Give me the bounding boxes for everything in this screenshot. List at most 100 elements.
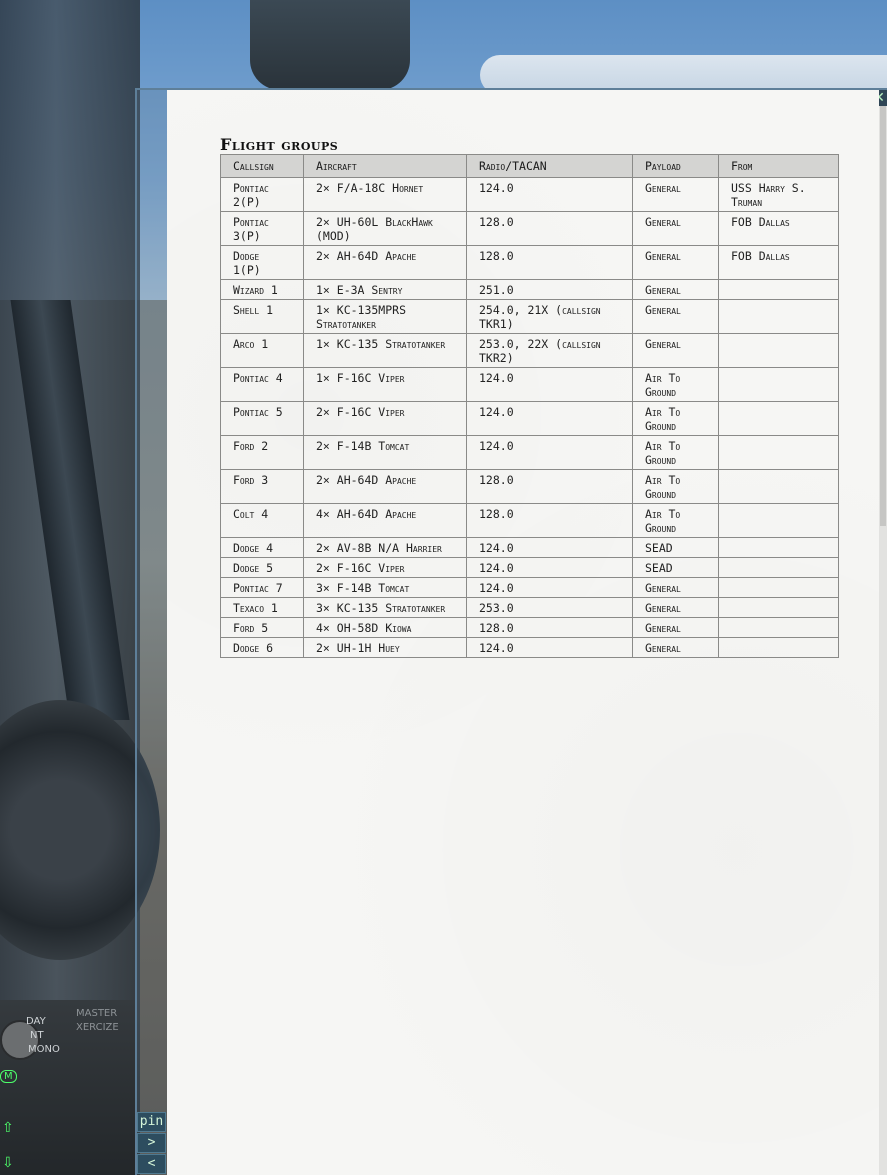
- cell-callsign: Pontiac 5: [220, 401, 304, 436]
- table-row: Ford 5 4× OH-58D Kiowa 128.0 General: [220, 617, 839, 638]
- cell-aircraft: 1× E-3A Sentry: [303, 279, 467, 300]
- cell-radio: 128.0: [466, 211, 633, 246]
- table-row: Dodge 1(P) 2× AH-64D Apache 128.0 General FO…: [220, 245, 839, 280]
- cell-from: [718, 299, 839, 334]
- cell-from: [718, 597, 839, 618]
- arrow-up-icon: ⇧: [2, 1120, 14, 1136]
- table-row: Pontiac 3(P) 2× UH-60L BlackHawk (MOD) 128…: [220, 211, 839, 246]
- cell-callsign: Shell 1: [220, 299, 304, 334]
- cell-from: [718, 637, 839, 658]
- cell-radio: 124.0: [466, 435, 633, 470]
- cell-aircraft: 2× UH-60L BlackHawk (MOD): [303, 211, 467, 246]
- table-body: Pontiac 2(P) 2× F/A-18C Hornet 124.0 Genera…: [220, 177, 839, 658]
- cell-payload: General: [632, 637, 719, 658]
- cell-payload: SEAD: [632, 557, 719, 578]
- cell-callsign: Ford 5: [220, 617, 304, 638]
- cell-from: [718, 333, 839, 368]
- cell-payload: SEAD: [632, 537, 719, 558]
- cell-aircraft: 2× F/A-18C Hornet: [303, 177, 467, 212]
- next-page-button[interactable]: >: [137, 1133, 166, 1153]
- cell-aircraft: 3× KC-135 Stratotanker: [303, 597, 467, 618]
- panel-label-exercise: XERCIZE: [76, 1022, 119, 1033]
- table-row: Pontiac 5 2× F-16C Viper 124.0 Air To Groun…: [220, 401, 839, 436]
- cell-radio: 124.0: [466, 577, 633, 598]
- cell-radio: 124.0: [466, 557, 633, 578]
- scrollbar[interactable]: [879, 106, 887, 1175]
- cell-aircraft: 3× F-14B Tomcat: [303, 577, 467, 598]
- header-payload: Payload: [632, 154, 719, 178]
- cell-radio: 124.0: [466, 401, 633, 436]
- table-row: Shell 1 1× KC-135MPRS Stratotanker 254.0, …: [220, 299, 839, 334]
- scroll-thumb[interactable]: [880, 106, 886, 526]
- table-row: Texaco 1 3× KC-135 Stratotanker 253.0 Gener…: [220, 597, 839, 618]
- cell-from: [718, 279, 839, 300]
- prev-page-button[interactable]: <: [137, 1154, 166, 1174]
- cell-from: [718, 367, 839, 402]
- canopy-hinge: [250, 0, 410, 90]
- cell-radio: 253.0: [466, 597, 633, 618]
- cell-from: [718, 503, 839, 538]
- cell-callsign: Wizard 1: [220, 279, 304, 300]
- table-header-row: Callsign Aircraft Radio/TACAN Payload Fr…: [220, 154, 839, 178]
- cell-from: [718, 577, 839, 598]
- cell-payload: General: [632, 597, 719, 618]
- cell-radio: 128.0: [466, 617, 633, 638]
- cell-payload: Air To Ground: [632, 435, 719, 470]
- cell-from: [718, 401, 839, 436]
- cell-payload: General: [632, 577, 719, 598]
- cell-radio: 128.0: [466, 469, 633, 504]
- cell-radio: 124.0: [466, 367, 633, 402]
- panel-label-day: DAY: [26, 1016, 46, 1027]
- cell-payload: General: [632, 299, 719, 334]
- cell-radio: 124.0: [466, 177, 633, 212]
- cell-from: [718, 617, 839, 638]
- cell-radio: 124.0: [466, 637, 633, 658]
- section-title: Flight groups: [220, 135, 339, 154]
- cell-aircraft: 2× UH-1H Huey: [303, 637, 467, 658]
- cell-callsign: Pontiac 4: [220, 367, 304, 402]
- cell-payload: General: [632, 245, 719, 280]
- cell-aircraft: 2× F-16C Viper: [303, 557, 467, 578]
- cell-aircraft: 2× AV-8B N/A Harrier: [303, 537, 467, 558]
- table-row: Ford 3 2× AH-64D Apache 128.0 Air To Ground: [220, 469, 839, 504]
- cell-radio: 128.0: [466, 245, 633, 280]
- cell-radio: 251.0: [466, 279, 633, 300]
- header-aircraft: Aircraft: [303, 154, 467, 178]
- cell-callsign: Arco 1: [220, 333, 304, 368]
- table-row: Wizard 1 1× E-3A Sentry 251.0 General: [220, 279, 839, 300]
- cell-radio: 128.0: [466, 503, 633, 538]
- arrow-down-icon: ⇩: [2, 1155, 14, 1171]
- table-row: Dodge 5 2× F-16C Viper 124.0 SEAD: [220, 557, 839, 578]
- table-row: Ford 2 2× F-14B Tomcat 124.0 Air To Ground: [220, 435, 839, 470]
- cell-payload: Air To Ground: [632, 367, 719, 402]
- cell-payload: Air To Ground: [632, 503, 719, 538]
- cell-payload: General: [632, 617, 719, 638]
- table-row: Pontiac 7 3× F-14B Tomcat 124.0 General: [220, 577, 839, 598]
- cell-aircraft: 2× AH-64D Apache: [303, 469, 467, 504]
- cell-callsign: Dodge 4: [220, 537, 304, 558]
- cell-radio: 124.0: [466, 537, 633, 558]
- kneeboard-controls: pin > <: [137, 1112, 167, 1175]
- table-row: Dodge 4 2× AV-8B N/A Harrier 124.0 SEAD: [220, 537, 839, 558]
- pin-button[interactable]: pin: [137, 1112, 166, 1132]
- mode-indicator: M: [0, 1070, 17, 1083]
- cell-callsign: Dodge 5: [220, 557, 304, 578]
- cell-payload: General: [632, 177, 719, 212]
- cell-callsign: Pontiac 7: [220, 577, 304, 598]
- cell-callsign: Ford 3: [220, 469, 304, 504]
- cell-callsign: Pontiac 2(P): [220, 177, 304, 212]
- panel-label-mono: MONO: [28, 1044, 60, 1055]
- cell-radio: 253.0, 22X (callsign TKR2): [466, 333, 633, 368]
- cell-radio: 254.0, 21X (callsign TKR1): [466, 299, 633, 334]
- cell-callsign: Dodge 1(P): [220, 245, 304, 280]
- table-row: Dodge 6 2× UH-1H Huey 124.0 General: [220, 637, 839, 658]
- flight-groups-table: Callsign Aircraft Radio/TACAN Payload Fr…: [220, 154, 839, 658]
- header-radio: Radio/TACAN: [466, 154, 633, 178]
- cell-from: USS Harry S. Truman: [718, 177, 839, 212]
- cell-callsign: Dodge 6: [220, 637, 304, 658]
- cell-from: [718, 435, 839, 470]
- cell-aircraft: 1× KC-135 Stratotanker: [303, 333, 467, 368]
- cell-from: [718, 537, 839, 558]
- cell-aircraft: 4× AH-64D Apache: [303, 503, 467, 538]
- cell-aircraft: 1× KC-135MPRS Stratotanker: [303, 299, 467, 334]
